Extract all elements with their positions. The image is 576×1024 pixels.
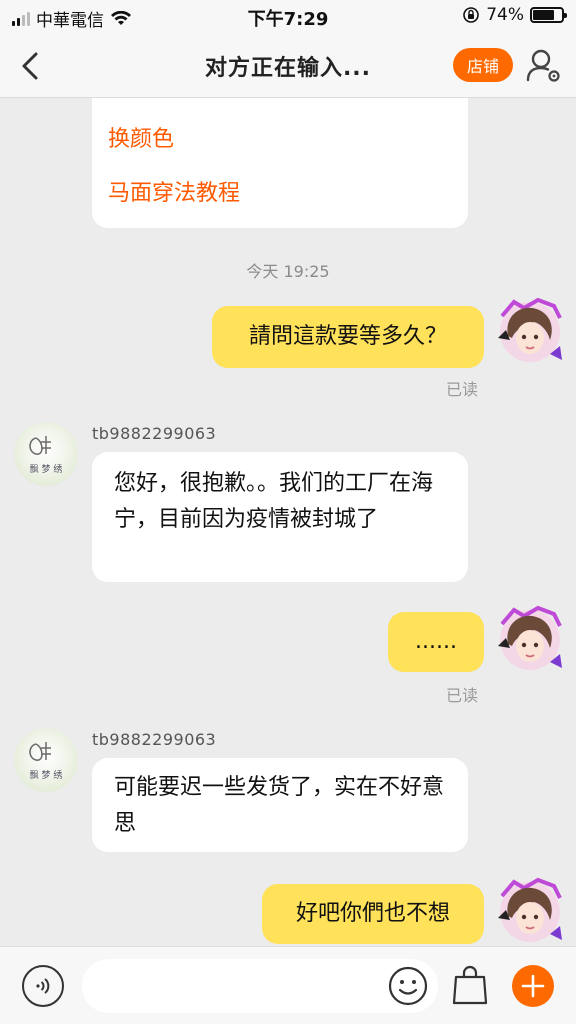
link-tutorial[interactable]: 马面穿法教程 [108,176,240,212]
message-text: 可能要迟一些发货了，实在不好意思 [114,775,445,836]
user-settings-icon[interactable] [524,46,564,86]
shop-button[interactable]: 店铺 [453,48,513,82]
user-avatar[interactable] [494,604,566,676]
emoji-icon[interactable] [387,965,429,1007]
shop-logo-icon [29,436,51,455]
message-text: 您好，很抱歉。。我们的工厂在海宁，目前因为疫情被封城了 [114,471,434,532]
product-card: 换颜色 马面穿法教程 [92,98,468,228]
user-avatar[interactable] [494,876,566,948]
message-bubble-shop[interactable]: 可能要迟一些发货了，实在不好意思 [92,758,468,852]
shop-avatar-text: 飘 梦 绣 [29,771,63,781]
link-change-color[interactable]: 换颜色 [108,122,174,158]
sender-name: tb9882299063 [92,730,217,749]
battery-icon [530,7,567,23]
battery-percent: 74% [486,5,524,25]
shop-logo-icon [29,742,51,761]
voice-button[interactable] [22,965,64,1007]
status-right: 74% [462,5,567,25]
message-bubble-me[interactable]: 好吧你們也不想 [262,884,484,944]
message-bubble-me[interactable]: ...... [388,612,484,672]
plus-icon[interactable] [512,965,554,1007]
shop-avatar[interactable]: 飘 梦 绣 [14,728,78,792]
user-avatar[interactable] [494,296,566,368]
message-input[interactable] [82,959,438,1013]
read-receipt: 已读 [446,686,479,705]
shop-avatar-text: 飘 梦 绣 [29,465,63,475]
shop-avatar[interactable]: 飘 梦 绣 [14,422,78,486]
read-receipt: 已读 [446,380,479,399]
nav-bar: 对方正在输入... 店铺 [0,34,576,98]
sender-name: tb9882299063 [92,424,217,443]
voice-wave-icon [36,978,50,994]
chat-timestamp: 今天 19:25 [246,262,330,281]
shopping-bag-icon[interactable] [450,963,490,1007]
message-bubble-shop[interactable]: 您好，很抱歉。。我们的工厂在海宁，目前因为疫情被封城了 [92,452,468,582]
message-bubble-me[interactable]: 請問這款要等多久？ [212,306,484,368]
status-bar: 中華電信 下午7:29 74% [0,0,576,34]
input-bar [0,946,576,1024]
orientation-lock-icon [463,7,480,23]
